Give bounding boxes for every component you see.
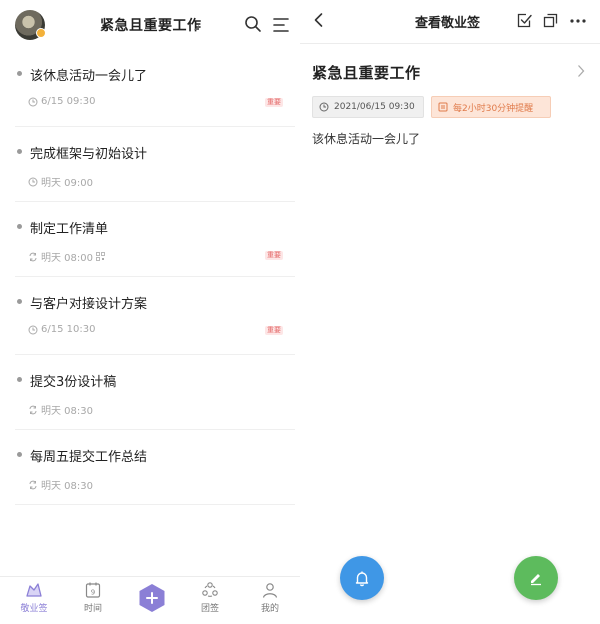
check-square-icon[interactable] — [517, 13, 532, 28]
item-title: 制定工作清单 — [30, 222, 109, 237]
vip-badge-icon — [36, 28, 46, 38]
repeat-icon — [29, 252, 37, 261]
page-title: 查看敬业签 — [415, 16, 481, 31]
category-title[interactable]: 紧急且重要工作 — [100, 15, 202, 35]
user-icon — [262, 583, 278, 598]
copy-icon[interactable] — [543, 13, 558, 28]
list-item[interactable]: 制定工作清单 明天 08:00 重要 — [15, 203, 295, 277]
bullet-icon — [17, 299, 22, 304]
chevron-right-icon[interactable] — [577, 64, 585, 78]
note-date: 2021/06/15 09:30 — [334, 102, 415, 112]
item-time: 6/15 09:30 — [41, 96, 96, 107]
repeat-icon — [29, 405, 37, 414]
item-title: 完成框架与初始设计 — [30, 147, 148, 162]
clock-icon — [28, 177, 38, 186]
item-time: 明天 08:30 — [41, 406, 93, 417]
reminder-icon — [438, 102, 448, 112]
tab-notes[interactable]: 敬业签 — [14, 581, 54, 614]
plus-hexagon-icon[interactable] — [138, 583, 166, 613]
important-tag: 重要 — [265, 251, 283, 260]
note-content[interactable]: 该休息活动一会儿了 — [312, 130, 420, 147]
edit-fab-button[interactable] — [514, 556, 558, 600]
item-title: 提交3份设计稿 — [30, 375, 117, 390]
clock-icon — [28, 97, 38, 106]
bullet-icon — [17, 149, 22, 154]
item-meta: 6/15 10:30 — [28, 324, 95, 335]
clock-icon — [319, 102, 329, 112]
item-time: 明天 09:00 — [41, 178, 93, 189]
team-icon — [202, 582, 218, 597]
bullet-icon — [17, 377, 22, 382]
tab-team[interactable]: 团签 — [190, 581, 230, 614]
item-meta: 明天 08:00 — [28, 249, 108, 264]
item-time: 明天 08:30 — [41, 481, 93, 492]
important-tag: 重要 — [265, 98, 283, 107]
item-title: 每周五提交工作总结 — [30, 450, 148, 465]
detail-header: 查看敬业签 — [300, 0, 600, 44]
item-meta: 6/15 09:30 — [28, 96, 95, 107]
item-meta: 明天 08:30 — [28, 402, 93, 417]
note-title[interactable]: 紧急且重要工作 — [312, 62, 421, 83]
list-item[interactable]: 该休息活动一会儿了 6/15 09:30 重要 — [15, 50, 295, 127]
bullet-icon — [17, 71, 22, 76]
item-time: 6/15 10:30 — [41, 324, 96, 335]
item-meta: 明天 08:30 — [28, 477, 93, 492]
list-header: 紧急且重要工作 — [0, 0, 300, 50]
bell-icon — [355, 571, 369, 587]
important-tag: 重要 — [265, 326, 283, 335]
tab-label: 时间 — [83, 604, 102, 614]
category-caret-icon — [194, 25, 199, 30]
qr-code-icon — [96, 252, 105, 261]
tab-label: 我的 — [260, 604, 279, 614]
tab-label: 团签 — [200, 604, 219, 614]
tab-mine[interactable]: 我的 — [250, 581, 290, 614]
item-meta: 明天 09:00 — [28, 174, 93, 189]
reminder-chip[interactable]: 每2小时30分钟提醒 — [431, 96, 551, 118]
note-icon — [26, 583, 42, 597]
search-icon[interactable] — [244, 15, 262, 33]
menu-icon[interactable] — [272, 16, 290, 34]
repeat-icon — [29, 480, 37, 489]
note-detail-panel: 查看敬业签 紧急且重要工作 2021/06/15 09:30 每2小时30分钟提… — [300, 0, 600, 624]
list-item[interactable]: 完成框架与初始设计 明天 09:00 — [15, 128, 295, 202]
reminder-text: 每2小时30分钟提醒 — [453, 103, 534, 114]
reminder-fab-button[interactable] — [340, 556, 384, 600]
calendar-day: 9 — [91, 589, 95, 597]
more-icon[interactable] — [570, 19, 586, 23]
clock-icon — [28, 325, 38, 334]
list-item[interactable]: 提交3份设计稿 明天 08:30 — [15, 356, 295, 430]
bullet-icon — [17, 224, 22, 229]
item-title: 该休息活动一会儿了 — [30, 69, 148, 84]
note-list-panel: 紧急且重要工作 该休息活动一会儿了 6/15 09:30 重要 完成框架与初始设… — [0, 0, 300, 624]
item-time: 明天 08:00 — [41, 253, 93, 264]
back-icon[interactable] — [312, 12, 326, 28]
calendar-icon: 9 — [85, 582, 101, 598]
bullet-icon — [17, 452, 22, 457]
date-chip[interactable]: 2021/06/15 09:30 — [312, 96, 424, 118]
tab-label: 敬业签 — [20, 604, 48, 614]
list-item[interactable]: 与客户对接设计方案 6/15 10:30 重要 — [15, 278, 295, 355]
list-item[interactable]: 每周五提交工作总结 明天 08:30 — [15, 431, 295, 505]
item-title: 与客户对接设计方案 — [30, 297, 148, 312]
edit-icon — [531, 574, 541, 586]
tab-time[interactable]: 9 时间 — [73, 581, 113, 614]
